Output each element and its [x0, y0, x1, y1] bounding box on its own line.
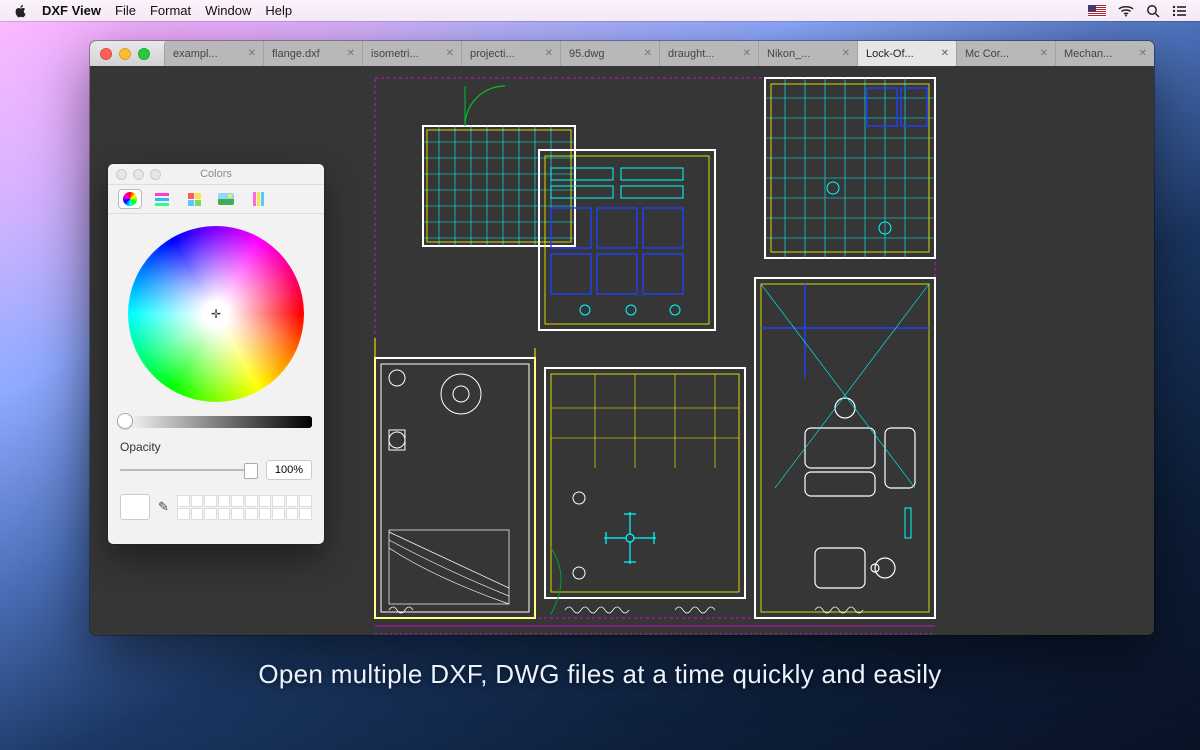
document-tab[interactable]: 95.dwg ✕ — [560, 41, 659, 66]
image-palettes-mode-button[interactable] — [214, 189, 238, 209]
tab-label: flange.dxf — [272, 48, 320, 60]
color-palettes-mode-button[interactable] — [182, 189, 206, 209]
color-wheel[interactable]: ✛ — [128, 226, 304, 402]
opacity-slider[interactable] — [120, 469, 258, 471]
spotlight-icon[interactable] — [1146, 4, 1160, 18]
opacity-slider-thumb[interactable] — [244, 463, 258, 479]
brightness-slider-thumb[interactable] — [118, 414, 132, 428]
tab-label: Lock-Of... — [866, 48, 914, 60]
document-tab[interactable]: exampl... ✕ — [164, 41, 263, 66]
document-tab[interactable]: Mc Cor... ✕ — [956, 41, 1055, 66]
swatch-wells[interactable] — [177, 495, 312, 520]
color-mode-toolbar — [108, 185, 324, 214]
apple-menu-icon[interactable] — [14, 4, 28, 18]
document-tab[interactable]: draught... ✕ — [659, 41, 758, 66]
tab-close-icon[interactable]: ✕ — [840, 48, 852, 59]
tab-label: 95.dwg — [569, 48, 604, 60]
tab-close-icon[interactable]: ✕ — [345, 48, 357, 59]
document-tab[interactable]: Mechan... ✕ — [1055, 41, 1154, 66]
color-sliders-mode-button[interactable] — [150, 189, 174, 209]
tab-label: isometri... — [371, 48, 419, 60]
menu-format[interactable]: Format — [150, 3, 191, 18]
tab-close-icon[interactable]: ✕ — [444, 48, 456, 59]
colors-panel-title[interactable]: Colors — [108, 164, 324, 185]
window-minimize-button[interactable] — [119, 48, 131, 60]
panel-title-label: Colors — [200, 168, 232, 180]
brightness-slider[interactable] — [120, 416, 312, 428]
tab-label: Mc Cor... — [965, 48, 1009, 60]
window-close-button[interactable] — [100, 48, 112, 60]
pencils-mode-button[interactable] — [246, 189, 270, 209]
tab-close-icon[interactable]: ✕ — [741, 48, 753, 59]
tab-close-icon[interactable]: ✕ — [939, 48, 951, 59]
current-color-swatch[interactable] — [120, 494, 150, 520]
menu-file[interactable]: File — [115, 3, 136, 18]
tab-label: Nikon_... — [767, 48, 810, 60]
titlebar[interactable]: exampl...✕flange.dxf✕isometri...✕project… — [90, 41, 1154, 66]
panel-close-button[interactable] — [116, 169, 127, 180]
menu-window[interactable]: Window — [205, 3, 251, 18]
wifi-icon[interactable] — [1118, 5, 1134, 17]
colors-panel[interactable]: Colors ✛ Opacity 100% ✎ — [108, 164, 324, 544]
color-wheel-mode-button[interactable] — [118, 189, 142, 209]
app-name[interactable]: DXF View — [42, 3, 101, 18]
document-tab[interactable]: flange.dxf ✕ — [263, 41, 362, 66]
opacity-value-field[interactable]: 100% — [266, 460, 312, 480]
tab-close-icon[interactable]: ✕ — [1038, 48, 1050, 59]
tab-label: projecti... — [470, 48, 515, 60]
marketing-caption: Open multiple DXF, DWG files at a time q… — [0, 659, 1200, 690]
opacity-label: Opacity — [120, 440, 312, 454]
tab-close-icon[interactable]: ✕ — [1137, 48, 1149, 59]
menubar: DXF View File Format Window Help — [0, 0, 1200, 21]
tab-close-icon[interactable]: ✕ — [543, 48, 555, 59]
tab-strip: exampl...✕flange.dxf✕isometri...✕project… — [150, 41, 1154, 66]
window-zoom-button[interactable] — [138, 48, 150, 60]
menu-help[interactable]: Help — [265, 3, 292, 18]
flag-icon[interactable] — [1088, 5, 1106, 17]
tab-label: Mechan... — [1064, 48, 1112, 60]
document-tab[interactable]: Lock-Of... ✕ — [857, 41, 956, 66]
panel-zoom-button[interactable] — [150, 169, 161, 180]
menu-list-icon[interactable] — [1172, 5, 1186, 17]
desktop: DXF View File Format Window Help exampl.… — [0, 0, 1200, 750]
document-tab[interactable]: projecti... ✕ — [461, 41, 560, 66]
document-tab[interactable]: isometri... ✕ — [362, 41, 461, 66]
tab-label: exampl... — [173, 48, 218, 60]
tab-label: draught... — [668, 48, 714, 60]
tab-close-icon[interactable]: ✕ — [246, 48, 258, 59]
tab-close-icon[interactable]: ✕ — [642, 48, 654, 59]
document-tab[interactable]: Nikon_... ✕ — [758, 41, 857, 66]
panel-minimize-button[interactable] — [133, 169, 144, 180]
eyedropper-icon[interactable]: ✎ — [158, 499, 169, 515]
color-wheel-cursor-icon[interactable]: ✛ — [209, 307, 223, 321]
